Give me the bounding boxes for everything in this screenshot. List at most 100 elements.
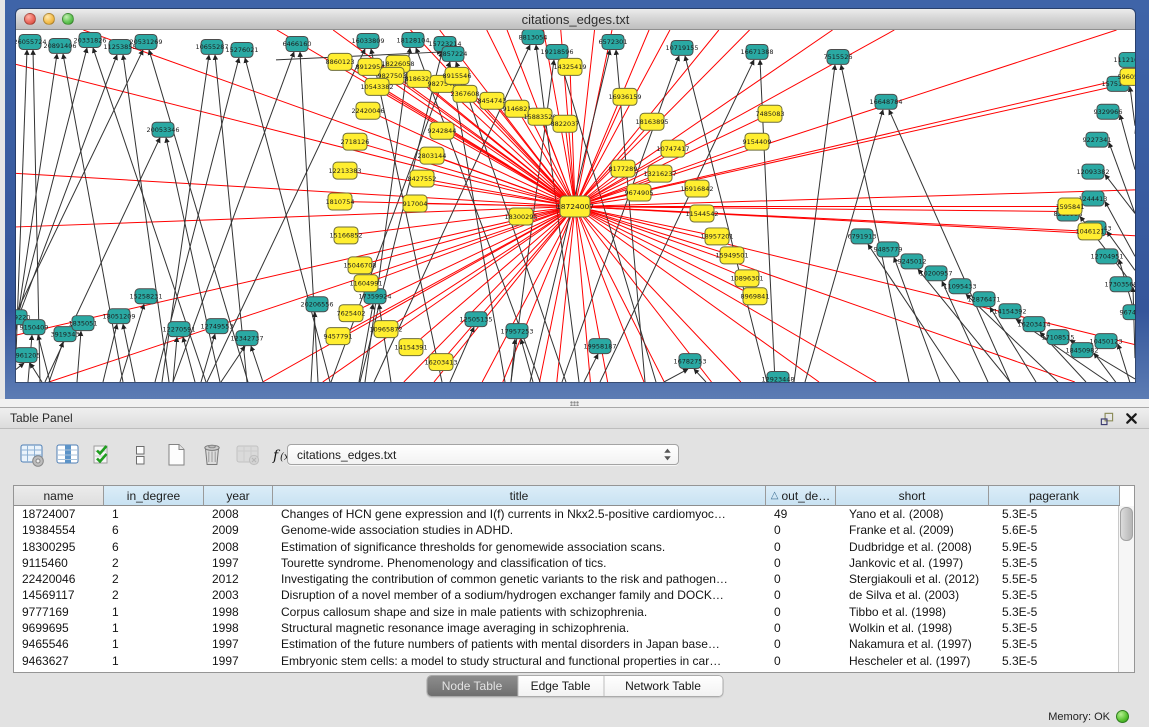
table-cell[interactable]: 5.3E-5 (989, 604, 1120, 620)
table-cell[interactable]: 0 (766, 555, 836, 571)
table-cell[interactable]: 5.9E-5 (989, 539, 1120, 555)
table-cell[interactable]: 2008 (204, 506, 273, 522)
column-header-title[interactable]: title (273, 486, 766, 506)
table-row[interactable]: 1872400712008Changes of HCN gene express… (14, 506, 1134, 522)
table-row[interactable]: 2242004622012Investigating the contribut… (14, 571, 1134, 587)
tab-network-table[interactable]: Network Table (603, 676, 722, 696)
table-cell[interactable]: 1997 (204, 653, 273, 669)
table-row[interactable]: 977716911998Corpus callosum shape and si… (14, 604, 1134, 620)
table-cell[interactable]: 2 (104, 555, 204, 571)
select-rows-icon[interactable] (90, 441, 117, 468)
table-cell[interactable]: 5.6E-5 (989, 522, 1120, 538)
table-cell[interactable]: Estimation of significance thresholds fo… (273, 539, 766, 555)
column-header-year[interactable]: year (204, 486, 273, 506)
table-cell[interactable]: 1998 (204, 620, 273, 636)
table-cell[interactable]: Yano et al. (2008) (836, 506, 989, 522)
table-cell[interactable]: 9777169 (14, 604, 104, 620)
table-cell[interactable]: 0 (766, 571, 836, 587)
table-cell[interactable]: 18300295 (14, 539, 104, 555)
scrollbar-thumb[interactable] (1120, 507, 1133, 541)
table-cell[interactable]: Stergiakouli et al. (2012) (836, 571, 989, 587)
table-row[interactable]: 946554611997Estimation of the future num… (14, 636, 1134, 652)
table-row[interactable]: 969969511998Structural magnetic resonanc… (14, 620, 1134, 636)
table-cell[interactable]: Embryonic stem cells: a model to study s… (273, 653, 766, 669)
table-row[interactable]: 1938455462009Genome-wide association stu… (14, 522, 1134, 538)
table-cell[interactable]: 5.3E-5 (989, 555, 1120, 571)
table-cell[interactable]: 1997 (204, 636, 273, 652)
table-cell[interactable]: Tourette syndrome. Phenomenology and cla… (273, 555, 766, 571)
table-cell[interactable]: Wolkin et al. (1998) (836, 620, 989, 636)
table-cell[interactable]: 0 (766, 522, 836, 538)
table-cell[interactable]: 2008 (204, 539, 273, 555)
table-cell[interactable]: 2 (104, 571, 204, 587)
table-cell[interactable]: 49 (766, 506, 836, 522)
column-header-pagerank[interactable]: pagerank (989, 486, 1120, 506)
table-cell[interactable]: 2 (104, 587, 204, 603)
column-header-name[interactable]: name (14, 486, 104, 506)
table-cell[interactable]: 9115460 (14, 555, 104, 571)
table-cell[interactable]: 18724007 (14, 506, 104, 522)
table-cell[interactable]: 2012 (204, 571, 273, 587)
window-titlebar[interactable]: citations_edges.txt (16, 9, 1135, 30)
table-settings-icon[interactable] (18, 441, 45, 468)
table-cell[interactable]: 5.5E-5 (989, 571, 1120, 587)
table-cell[interactable]: Dudbridge et al. (2008) (836, 539, 989, 555)
network-canvas[interactable]: 2605572420891406203318261125385520531269… (16, 30, 1135, 382)
table-cell[interactable]: 5.3E-5 (989, 587, 1120, 603)
table-row[interactable]: 946362711997Embryonic stem cells: a mode… (14, 653, 1134, 669)
table-cell[interactable]: 9699695 (14, 620, 104, 636)
table-cell[interactable]: de Silva et al. (2003) (836, 587, 989, 603)
table-cell[interactable]: Disruption of a novel member of a sodium… (273, 587, 766, 603)
table-cell[interactable]: 6 (104, 522, 204, 538)
column-header-short[interactable]: short (836, 486, 989, 506)
new-document-icon[interactable] (162, 441, 189, 468)
row-height-icon[interactable] (126, 441, 153, 468)
table-cell[interactable]: Corpus callosum shape and size in male p… (273, 604, 766, 620)
table-cell[interactable]: Genome-wide association studies in ADHD. (273, 522, 766, 538)
table-cell[interactable]: 5.3E-5 (989, 506, 1120, 522)
zoom-button[interactable] (62, 13, 74, 25)
delete-trash-icon[interactable] (198, 441, 225, 468)
table-cell[interactable]: 5.3E-5 (989, 636, 1120, 652)
table-cell[interactable]: 0 (766, 604, 836, 620)
table-cell[interactable]: 1 (104, 636, 204, 652)
table-row[interactable]: 1830029562008Estimation of significance … (14, 539, 1134, 555)
table-cell[interactable]: 5.3E-5 (989, 620, 1120, 636)
table-cell[interactable]: Hescheler et al. (1997) (836, 653, 989, 669)
table-cell[interactable]: 2009 (204, 522, 273, 538)
table-cell[interactable]: 1997 (204, 555, 273, 571)
tab-edge-table[interactable]: Edge Table (517, 676, 603, 696)
table-cell[interactable]: 1 (104, 620, 204, 636)
table-cell[interactable]: Estimation of the future numbers of pati… (273, 636, 766, 652)
vertical-scrollbar[interactable] (1118, 506, 1134, 672)
table-cell[interactable]: 1998 (204, 604, 273, 620)
table-row[interactable]: 911546021997Tourette syndrome. Phenomeno… (14, 555, 1134, 571)
tab-node-table[interactable]: Node Table (427, 676, 517, 696)
table-cell[interactable]: 0 (766, 653, 836, 669)
table-cell[interactable]: Investigating the contribution of common… (273, 571, 766, 587)
table-cell[interactable]: 9465546 (14, 636, 104, 652)
table-cell[interactable]: Franke et al. (2009) (836, 522, 989, 538)
table-cell[interactable]: 0 (766, 636, 836, 652)
table-cell[interactable]: 19384554 (14, 522, 104, 538)
table-select-dropdown[interactable]: citations_edges.txt (287, 444, 679, 465)
table-cell[interactable]: Jankovic et al. (1997) (836, 555, 989, 571)
table-cell[interactable]: 9463627 (14, 653, 104, 669)
float-window-icon[interactable] (1099, 411, 1114, 426)
table-cell[interactable]: 14569117 (14, 587, 104, 603)
table-cell[interactable]: 22420046 (14, 571, 104, 587)
show-columns-icon[interactable] (54, 441, 81, 468)
table-cell[interactable]: 0 (766, 539, 836, 555)
column-header-in_degree[interactable]: in_degree (104, 486, 204, 506)
splitter-grip-icon[interactable] (570, 401, 579, 406)
table-cell[interactable]: 0 (766, 587, 836, 603)
table-row[interactable]: 1456911722003Disruption of a novel membe… (14, 587, 1134, 603)
table-cell[interactable]: 0 (766, 620, 836, 636)
close-button[interactable] (24, 13, 36, 25)
table-cell[interactable]: Nakamura et al. (1997) (836, 636, 989, 652)
table-cell[interactable]: 1 (104, 506, 204, 522)
column-header-out_de[interactable]: △out_de… (766, 486, 836, 506)
citation-network-graph[interactable]: 2605572420891406203318261125385520531269… (16, 30, 1135, 382)
table-cell[interactable]: Tibbo et al. (1998) (836, 604, 989, 620)
table-cell[interactable]: Changes of HCN gene expression and I(f) … (273, 506, 766, 522)
